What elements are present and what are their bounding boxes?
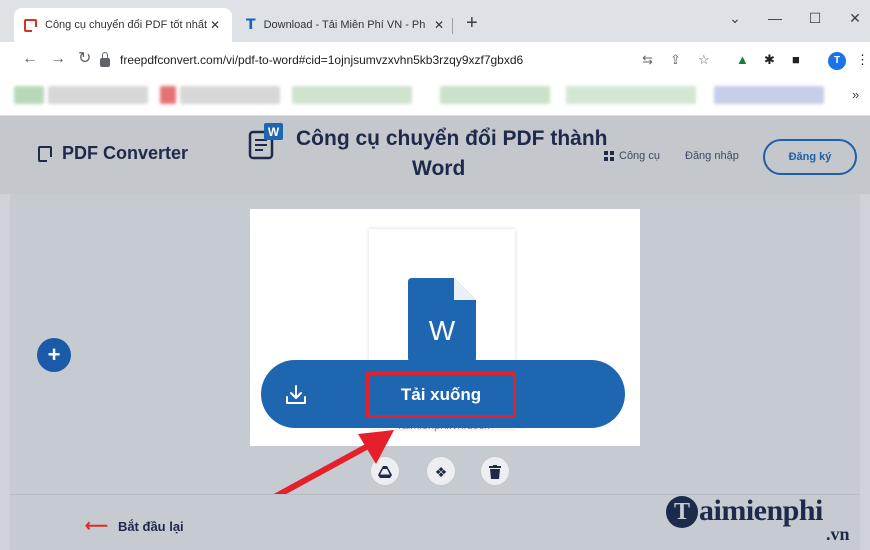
tab-close-icon[interactable]: ✕ bbox=[208, 18, 222, 32]
forward-button[interactable]: → bbox=[50, 50, 66, 68]
back-arrow-icon: ⟵ bbox=[85, 518, 108, 535]
new-tab-button[interactable]: + bbox=[466, 13, 478, 33]
back-button[interactable]: ← bbox=[22, 50, 38, 68]
logo-text: PDF Converter bbox=[62, 143, 189, 163]
bookmark-item[interactable] bbox=[440, 86, 550, 104]
tab-label: Download - Tải Miễn Phí VN - Ph bbox=[263, 19, 426, 31]
url-text: freepdfconvert.com/vi/pdf-to-word#cid=1o… bbox=[120, 53, 524, 67]
site-logo[interactable]: PDF Converter bbox=[38, 143, 188, 164]
login-link[interactable]: Đăng nhập bbox=[685, 150, 739, 162]
google-drive-extension-icon[interactable]: ▲ bbox=[736, 52, 749, 68]
browser-titlebar: Công cụ chuyển đổi PDF tốt nhất ✕ T Down… bbox=[0, 0, 870, 42]
pdf-converter-favicon-icon bbox=[24, 18, 38, 33]
tab-label: Công cụ chuyển đổi PDF tốt nhất bbox=[45, 19, 208, 31]
browser-toolbar: ← → ↻ freepdfconvert.com/vi/pdf-to-word#… bbox=[0, 42, 870, 78]
address-bar[interactable]: freepdfconvert.com/vi/pdf-to-word#cid=1o… bbox=[100, 48, 620, 72]
profile-avatar[interactable]: T bbox=[828, 52, 846, 70]
tab-search-chevron-icon[interactable]: ⌄ bbox=[720, 10, 750, 27]
bookmark-item[interactable] bbox=[48, 86, 148, 104]
bookmarks-overflow-icon[interactable]: » bbox=[852, 87, 859, 102]
maximize-button[interactable]: ☐ bbox=[800, 10, 830, 27]
menu-kebab-icon[interactable]: ⋮ bbox=[856, 52, 869, 68]
page-title-line2: Word bbox=[412, 157, 466, 180]
extensions-puzzle-icon[interactable]: ✱ bbox=[764, 52, 775, 68]
word-file-icon: W bbox=[408, 278, 476, 362]
bookmark-item[interactable] bbox=[160, 86, 176, 104]
translate-icon[interactable]: ⇆ bbox=[642, 52, 653, 68]
download-button[interactable]: Tải xuống bbox=[366, 372, 516, 418]
dropbox-icon[interactable]: ❖ bbox=[426, 456, 456, 486]
svg-text:W: W bbox=[268, 125, 280, 139]
download-icon[interactable] bbox=[285, 384, 307, 406]
restart-button[interactable]: ⟵ Bắt đầu lại bbox=[85, 516, 184, 536]
tab-separator bbox=[452, 18, 453, 34]
trash-icon[interactable] bbox=[480, 456, 510, 486]
bookmark-item[interactable] bbox=[566, 86, 696, 104]
bookmark-item[interactable] bbox=[180, 86, 280, 104]
tools-label: Công cụ bbox=[619, 150, 660, 162]
add-file-button[interactable]: + bbox=[37, 338, 71, 372]
bookmark-item[interactable] bbox=[292, 86, 412, 104]
restart-label: Bắt đầu lại bbox=[117, 518, 184, 534]
watermark-text: aimienphi bbox=[699, 494, 823, 527]
watermark-suffix: .vn bbox=[826, 524, 850, 544]
lock-icon bbox=[100, 51, 110, 67]
signup-button[interactable]: Đăng ký bbox=[763, 139, 857, 175]
side-panel-icon[interactable]: ■ bbox=[792, 52, 800, 68]
page-title-line1: Công cụ chuyển đổi PDF thành bbox=[296, 127, 608, 150]
bookmark-item[interactable] bbox=[714, 86, 824, 104]
minimize-button[interactable]: — bbox=[760, 10, 790, 26]
tab-taimienphi-download[interactable]: T Download - Tải Miễn Phí VN - Ph ✕ bbox=[236, 8, 456, 42]
word-document-icon: W bbox=[248, 123, 283, 160]
pdf-converter-logo-icon bbox=[38, 145, 54, 164]
reload-button[interactable]: ↻ bbox=[78, 50, 91, 68]
bookmarks-bar: » bbox=[0, 78, 870, 116]
tab-pdf-converter[interactable]: Công cụ chuyển đổi PDF tốt nhất ✕ bbox=[14, 8, 232, 42]
share-icon[interactable]: ⇪ bbox=[670, 52, 681, 68]
watermark-initial: T bbox=[666, 496, 698, 528]
close-window-button[interactable]: ✕ bbox=[840, 10, 870, 27]
tools-menu-link[interactable]: Công cụ bbox=[604, 150, 660, 162]
grid-icon bbox=[604, 151, 614, 161]
bookmark-star-icon[interactable]: ☆ bbox=[698, 52, 710, 68]
word-file-letter: W bbox=[429, 315, 456, 346]
tab-close-icon[interactable]: ✕ bbox=[432, 18, 446, 32]
bookmark-item[interactable] bbox=[14, 86, 44, 104]
page-title: Công cụ chuyển đổi PDF thành Word bbox=[296, 124, 646, 184]
taimienphi-watermark: T aimienphi .vn bbox=[666, 494, 866, 546]
taimienphi-favicon-icon: T bbox=[246, 17, 256, 33]
